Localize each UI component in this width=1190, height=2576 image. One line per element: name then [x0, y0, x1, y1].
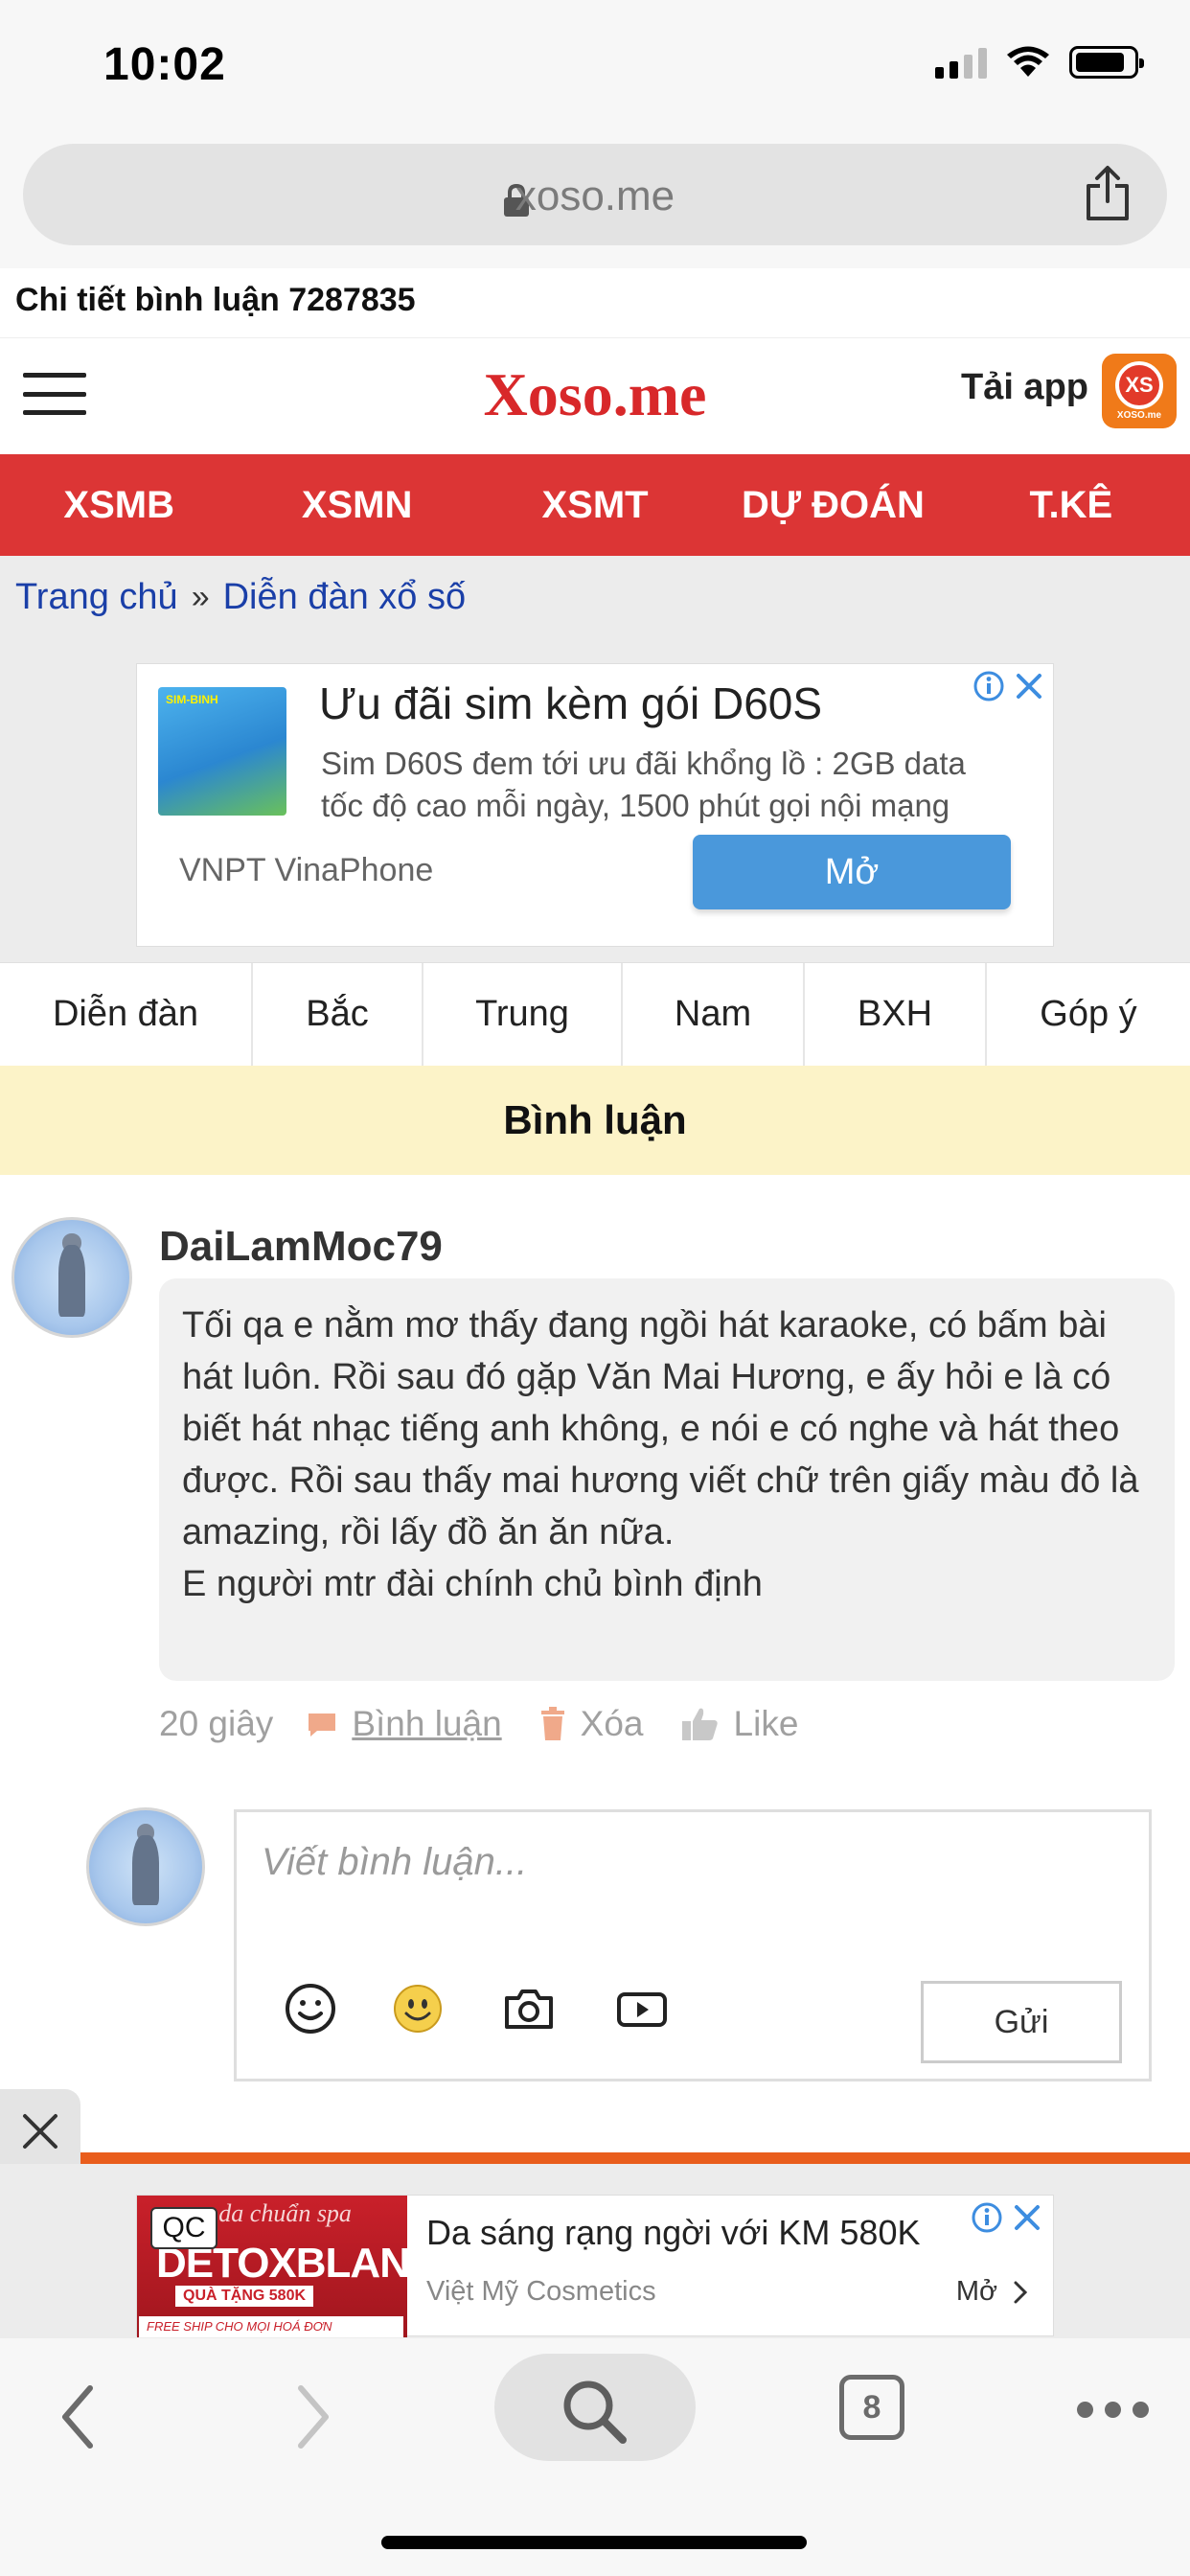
nav-xsmt[interactable]: XSMT — [476, 454, 714, 556]
search-button[interactable] — [494, 2354, 696, 2461]
ad-info-icon[interactable] — [973, 670, 1005, 702]
status-icons — [935, 46, 1144, 79]
back-icon[interactable] — [50, 2379, 107, 2455]
tab-bxh[interactable]: BXH — [805, 963, 987, 1066]
forum-tabs: Diễn đàn Bắc Trung Nam BXH Góp ý — [0, 962, 1190, 1066]
more-icon[interactable] — [1077, 2402, 1149, 2418]
ad-bottom-title: Da sáng rạng ngời với KM 580K — [426, 2213, 921, 2252]
ad-description: Sim D60S đem tới ưu đãi khổng lồ : 2GB d… — [321, 746, 966, 823]
send-button[interactable]: Gửi — [921, 1981, 1122, 2063]
ad-bottom-open-label[interactable]: Mở — [956, 2276, 997, 2308]
page-title: Chi tiết bình luận 7287835 — [15, 282, 416, 318]
emoji-icon[interactable] — [283, 1981, 338, 2036]
app-logo-text: XS — [1115, 361, 1163, 409]
tab-trung[interactable]: Trung — [423, 963, 623, 1066]
trash-icon — [540, 1707, 564, 1740]
delete-action[interactable]: Xóa — [538, 1704, 644, 1744]
ad-banner-top[interactable]: SIM-BINH Ưu đãi sim kèm gói D60S Sim D60… — [136, 663, 1054, 947]
tab-bac[interactable]: Bắc — [253, 963, 423, 1066]
comment-compose: Viết bình luận... Gửi — [234, 1809, 1152, 2082]
tab-nam[interactable]: Nam — [623, 963, 805, 1066]
tabs-button[interactable]: 8 — [839, 2375, 904, 2440]
app-logo-icon[interactable]: XS XOSO.me — [1102, 354, 1177, 428]
ad-bottom-open[interactable]: Mở — [956, 2276, 1028, 2308]
status-bar: 10:02 — [0, 0, 1190, 134]
nav-thong-ke[interactable]: T.KÊ — [952, 454, 1190, 556]
chevron-right-icon — [1014, 2281, 1028, 2303]
battery-icon — [1069, 46, 1144, 79]
breadcrumb-separator: » — [191, 579, 210, 615]
main-nav: XSMB XSMN XSMT DỰ ĐOÁN T.KÊ — [0, 454, 1190, 556]
ad-banner-bottom[interactable]: m da chuẩn spa DETOXBLANC QUÀ TẶNG 580K … — [136, 2195, 1054, 2337]
close-icon — [23, 2114, 57, 2149]
comment-actions: 20 giây Bình luận Xóa Like — [159, 1704, 835, 1744]
ad-bottom-area: m da chuẩn spa DETOXBLANC QUÀ TẶNG 580K … — [0, 2164, 1190, 2338]
ad-open-button[interactable]: Mở — [693, 835, 1011, 909]
app-logo-subtext: XOSO.me — [1116, 410, 1162, 421]
delete-label[interactable]: Xóa — [581, 1704, 644, 1744]
nav-xsmn[interactable]: XSMN — [238, 454, 475, 556]
ad-dismiss-button[interactable] — [0, 2089, 80, 2174]
search-icon — [563, 2380, 627, 2444]
like-label[interactable]: Like — [734, 1704, 799, 1744]
ad-thumbnail: SIM-BINH — [158, 687, 286, 816]
ad-image-script: m da chuẩn spa — [195, 2199, 352, 2227]
reply-link[interactable]: Bình luận — [352, 1704, 501, 1744]
video-icon[interactable] — [614, 1981, 670, 2036]
nav-du-doan[interactable]: DỰ ĐOÁN — [714, 454, 951, 556]
ad-image-gift: QUÀ TẶNG 580K — [175, 2286, 314, 2307]
download-app-link[interactable]: Tải app — [961, 367, 1088, 408]
breadcrumb-current[interactable]: Diễn đàn xổ số — [223, 577, 467, 618]
sticker-icon[interactable] — [390, 1981, 446, 2036]
ad-bottom-advertiser: Việt Mỹ Cosmetics — [426, 2276, 656, 2307]
site-header: Xoso.me Tải app XS XOSO.me — [0, 337, 1190, 454]
share-icon[interactable] — [1081, 165, 1134, 222]
nav-xsmb[interactable]: XSMB — [0, 454, 238, 556]
browser-toolbar: xoso.me — [0, 134, 1190, 268]
ad-thumbnail-badge: SIM-BINH — [166, 693, 218, 706]
cellular-signal-icon — [935, 46, 987, 79]
tab-dien-dan[interactable]: Diễn đàn — [0, 963, 253, 1066]
url-text: xoso.me — [515, 172, 675, 219]
tab-gop-y[interactable]: Góp ý — [987, 963, 1190, 1066]
current-user-avatar — [86, 1807, 205, 1926]
ad-close-icon[interactable] — [1015, 672, 1043, 701]
ad-bottom-close-icon[interactable] — [1013, 2203, 1041, 2232]
breadcrumb-ad-area: Trang chủ » Diễn đàn xổ số SIM-BINH Ưu đ… — [0, 556, 1190, 962]
comment-bubble: Tối qa e nằm mơ thấy đang ngồi hát karao… — [159, 1278, 1175, 1681]
wifi-icon — [1007, 46, 1049, 77]
comment-text: Tối qa e nằm mơ thấy đang ngồi hát karao… — [182, 1305, 1139, 1604]
reply-action[interactable]: Bình luận — [306, 1704, 502, 1744]
status-time: 10:02 — [103, 39, 226, 90]
ad-title: Ưu đãi sim kèm gói D60S — [319, 678, 823, 728]
breadcrumb-home[interactable]: Trang chủ — [15, 577, 178, 618]
comment-input[interactable]: Viết bình luận... — [262, 1841, 527, 1884]
ad-advertiser: VNPT VinaPhone — [179, 852, 434, 888]
comment-section-title: Bình luận — [0, 1066, 1190, 1175]
breadcrumb: Trang chủ » Diễn đàn xổ số — [15, 577, 466, 618]
ad-badge: QC — [150, 2207, 217, 2249]
thumbs-up-icon — [681, 1708, 718, 1740]
home-indicator[interactable] — [381, 2536, 807, 2549]
comment-time: 20 giây — [159, 1704, 274, 1743]
forward-icon[interactable] — [284, 2379, 341, 2455]
browser-bottom-bar: 8 — [0, 2338, 1190, 2576]
address-bar[interactable]: xoso.me — [23, 144, 1167, 245]
ad-image-shipping: FREE SHIP CHO MỌI HOÁ ĐƠN — [139, 2316, 403, 2337]
camera-icon[interactable] — [501, 1981, 557, 2036]
comment-author[interactable]: DaiLamMoc79 — [159, 1223, 443, 1271]
ad-divider — [80, 2152, 1190, 2164]
avatar[interactable] — [11, 1217, 132, 1338]
comment-icon — [309, 1714, 336, 1736]
like-action[interactable]: Like — [680, 1704, 799, 1744]
ad-bottom-info-icon[interactable] — [971, 2201, 1003, 2234]
